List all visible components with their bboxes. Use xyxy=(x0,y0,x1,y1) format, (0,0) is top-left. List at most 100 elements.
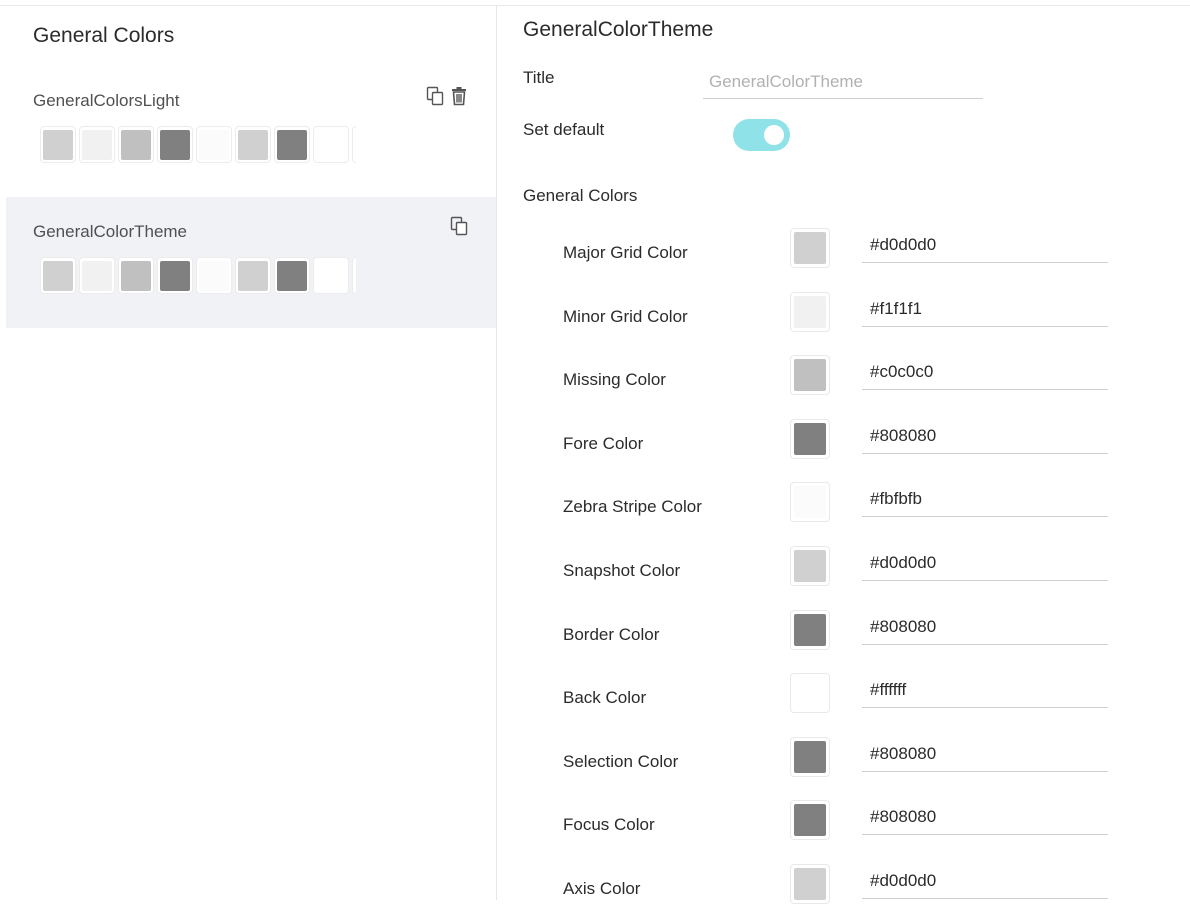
color-swatch-button[interactable] xyxy=(790,609,830,650)
swatch xyxy=(79,126,115,163)
color-chip xyxy=(794,677,826,710)
color-row: Fore Color #808080 xyxy=(523,407,1190,471)
swatch-chip xyxy=(199,129,229,160)
color-swatch-button[interactable] xyxy=(790,418,830,459)
swatch xyxy=(118,257,154,294)
color-chip xyxy=(794,804,826,837)
color-label: Back Color xyxy=(563,688,647,708)
color-label: Major Grid Color xyxy=(563,243,688,262)
color-row: Border Color #808080 xyxy=(523,598,1190,662)
hex-input[interactable]: #f1f1f1 xyxy=(862,294,1108,327)
swatch-chip xyxy=(121,129,151,160)
color-chip xyxy=(794,486,826,519)
color-label: Missing Color xyxy=(563,370,666,390)
swatch-chip xyxy=(238,260,268,291)
theme-swatches xyxy=(40,257,356,294)
color-chip xyxy=(794,359,826,392)
color-chip xyxy=(794,422,826,455)
color-chip xyxy=(794,550,826,582)
color-label: Focus Color xyxy=(563,815,655,835)
color-row: Selection Color #808080 xyxy=(523,725,1190,789)
theme-list-panel: General Colors GeneralColorsLight General… xyxy=(6,6,497,900)
swatch xyxy=(157,257,193,294)
toggle-knob xyxy=(764,125,784,145)
color-row: Focus Color #808080 xyxy=(523,788,1190,852)
color-row: Missing Color #c0c0c0 xyxy=(523,343,1190,407)
copy-icon[interactable] xyxy=(450,216,468,236)
set-default-label: Set default xyxy=(523,120,605,139)
color-swatch-button[interactable] xyxy=(790,482,830,523)
set-default-toggle[interactable] xyxy=(733,119,790,151)
swatch xyxy=(274,257,310,294)
hex-input[interactable]: #d0d0d0 xyxy=(862,548,1108,581)
color-label: Axis Color xyxy=(563,879,641,898)
swatch-chip xyxy=(316,129,346,160)
panel-title: General Colors xyxy=(33,24,175,47)
theme-name: GeneralColorTheme xyxy=(33,222,188,241)
swatch xyxy=(157,126,193,163)
trash-icon[interactable] xyxy=(450,86,468,106)
swatch xyxy=(235,257,271,294)
hex-input[interactable]: #808080 xyxy=(862,802,1108,836)
theme-card[interactable]: GeneralColorsLight xyxy=(6,68,496,199)
color-chip xyxy=(794,295,826,328)
title-input[interactable] xyxy=(703,66,983,99)
swatch xyxy=(79,257,115,294)
color-swatch-button[interactable] xyxy=(790,546,830,586)
color-label: Snapshot Color xyxy=(563,561,681,580)
color-chip xyxy=(794,232,826,264)
editor-title: GeneralColorTheme xyxy=(523,18,714,41)
swatch-chip xyxy=(316,260,346,291)
color-chip xyxy=(794,740,826,773)
color-swatch-button[interactable] xyxy=(790,228,830,268)
color-row: Major Grid Color #d0d0d0 xyxy=(523,216,1190,280)
swatch-chip xyxy=(121,260,151,291)
theme-card[interactable]: GeneralColorTheme xyxy=(6,197,496,328)
color-swatch-button[interactable] xyxy=(790,800,830,841)
swatch-chip xyxy=(277,260,307,291)
hex-input[interactable]: #fbfbfb xyxy=(862,484,1108,518)
color-row: Minor Grid Color #f1f1f1 xyxy=(523,280,1190,344)
color-swatch-button[interactable] xyxy=(790,673,830,714)
general-colors-section-label: General Colors xyxy=(523,186,638,205)
color-chip xyxy=(794,868,826,900)
swatch xyxy=(313,257,349,294)
swatch-overflow xyxy=(352,126,356,163)
swatch xyxy=(235,126,271,163)
color-label: Border Color xyxy=(563,624,660,644)
hex-input[interactable]: #d0d0d0 xyxy=(862,230,1108,263)
hex-input[interactable]: #808080 xyxy=(862,739,1108,772)
swatch-chip xyxy=(82,129,112,160)
hex-input[interactable]: #808080 xyxy=(862,612,1108,645)
hex-input[interactable]: #c0c0c0 xyxy=(862,357,1108,391)
color-row: Snapshot Color #d0d0d0 xyxy=(523,534,1190,598)
swatch xyxy=(196,257,232,294)
theme-actions xyxy=(450,216,468,236)
color-row: Zebra Stripe Color #fbfbfb xyxy=(523,470,1190,534)
color-row: Back Color #ffffff xyxy=(523,661,1190,725)
hex-input[interactable]: #d0d0d0 xyxy=(862,866,1108,899)
color-swatch-button[interactable] xyxy=(790,864,830,904)
swatch xyxy=(196,126,232,163)
swatch xyxy=(118,126,154,163)
theme-name: GeneralColorsLight xyxy=(33,91,180,110)
color-row: Axis Color #d0d0d0 xyxy=(523,852,1190,916)
color-chip xyxy=(794,613,826,646)
color-swatch-button[interactable] xyxy=(790,291,830,332)
copy-icon[interactable] xyxy=(426,86,444,106)
color-swatch-button[interactable] xyxy=(790,355,830,396)
swatch-chip xyxy=(199,260,229,291)
swatch xyxy=(40,126,76,163)
color-label: Zebra Stripe Color xyxy=(563,497,702,517)
swatch-overflow xyxy=(352,257,356,294)
swatch-chip xyxy=(160,129,190,160)
theme-editor: GeneralColorTheme Title Set default Gene… xyxy=(523,0,1190,904)
swatch xyxy=(313,126,349,163)
hex-input[interactable]: #808080 xyxy=(862,421,1108,454)
swatch xyxy=(40,257,76,294)
swatch-chip xyxy=(82,260,112,291)
color-swatch-button[interactable] xyxy=(790,736,830,777)
title-label: Title xyxy=(523,68,555,87)
hex-input[interactable]: #ffffff xyxy=(862,675,1108,709)
color-label: Fore Color xyxy=(563,433,644,453)
